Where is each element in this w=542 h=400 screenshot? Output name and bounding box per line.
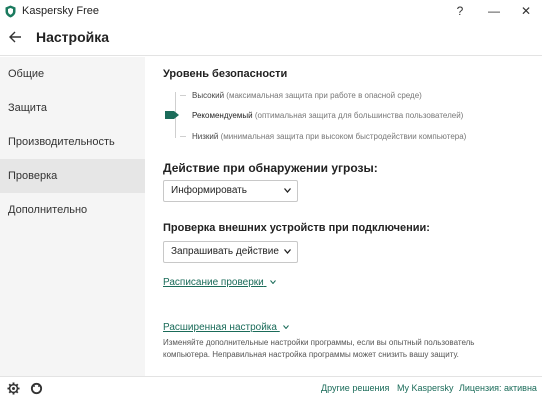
level-low-name: Низкий — [192, 132, 219, 141]
advanced-settings-label: Расширенная настройка — [163, 322, 277, 333]
chevron-down-icon — [269, 280, 276, 285]
sidebar: Общие Защита Производительность Проверка… — [0, 57, 145, 376]
level-recommended[interactable]: Рекомендуемый (оптимальная защита для бо… — [192, 111, 463, 120]
scan-schedule-label: Расписание проверки — [163, 277, 264, 288]
my-kaspersky-link[interactable]: My Kaspersky — [397, 383, 454, 393]
level-low[interactable]: Низкий (минимальная защита при высоком б… — [192, 132, 466, 141]
scan-schedule-link[interactable]: Расписание проверки — [163, 277, 276, 288]
level-high-description: (максимальная защита при работе в опасно… — [226, 91, 422, 100]
sidebar-item-scan[interactable]: Проверка — [0, 159, 145, 193]
threat-action-title: Действие при обнаружении угрозы: — [163, 161, 378, 175]
level-high[interactable]: Высокий (максимальная защита при работе … — [192, 91, 422, 100]
chevron-down-icon — [284, 249, 291, 254]
security-level-slider-handle[interactable] — [165, 111, 179, 119]
threat-action-dropdown[interactable]: Информировать — [163, 180, 298, 202]
sidebar-item-general[interactable]: Общие — [0, 57, 145, 91]
external-devices-dropdown[interactable]: Запрашивать действие — [163, 241, 298, 263]
kaspersky-shield-icon — [5, 5, 16, 18]
title-bar: Kaspersky Free ? — ✕ — [0, 0, 542, 22]
level-high-name: Высокий — [192, 91, 225, 100]
other-solutions-link[interactable]: Другие решения — [321, 383, 389, 393]
level-recommended-name: Рекомендуемый — [192, 111, 253, 120]
minimize-button[interactable]: — — [482, 2, 506, 20]
gear-icon[interactable] — [7, 382, 20, 395]
external-devices-value: Запрашивать действие — [171, 246, 279, 257]
chevron-down-icon — [282, 325, 289, 330]
footer: Другие решения My Kaspersky Лицензия: ак… — [0, 376, 542, 400]
support-icon[interactable] — [30, 382, 43, 395]
back-arrow-icon[interactable] — [8, 29, 22, 45]
sidebar-item-additional[interactable]: Дополнительно — [0, 193, 145, 227]
window-title: Kaspersky Free — [22, 5, 100, 17]
security-level-title: Уровень безопасности — [163, 68, 288, 80]
level-tick — [180, 95, 186, 96]
level-low-description: (минимальная защита при высоком быстроде… — [220, 132, 467, 141]
page-title: Настройка — [36, 29, 110, 45]
advanced-settings-link[interactable]: Расширенная настройка — [163, 322, 289, 333]
sidebar-item-performance[interactable]: Производительность — [0, 125, 145, 159]
external-devices-title: Проверка внешних устройств при подключен… — [163, 222, 430, 234]
sidebar-item-protection[interactable]: Защита — [0, 91, 145, 125]
threat-action-value: Информировать — [171, 185, 247, 196]
page-header: Настройка — [0, 22, 542, 56]
close-button[interactable]: ✕ — [514, 2, 538, 20]
level-recommended-description: (оптимальная защита для большинства поль… — [254, 111, 464, 120]
level-tick — [180, 136, 186, 137]
chevron-down-icon — [284, 188, 291, 193]
advanced-description: Изменяйте дополнительные настройки прогр… — [163, 338, 475, 359]
help-button[interactable]: ? — [448, 2, 472, 20]
license-status-link[interactable]: Лицензия: активна — [459, 383, 537, 393]
